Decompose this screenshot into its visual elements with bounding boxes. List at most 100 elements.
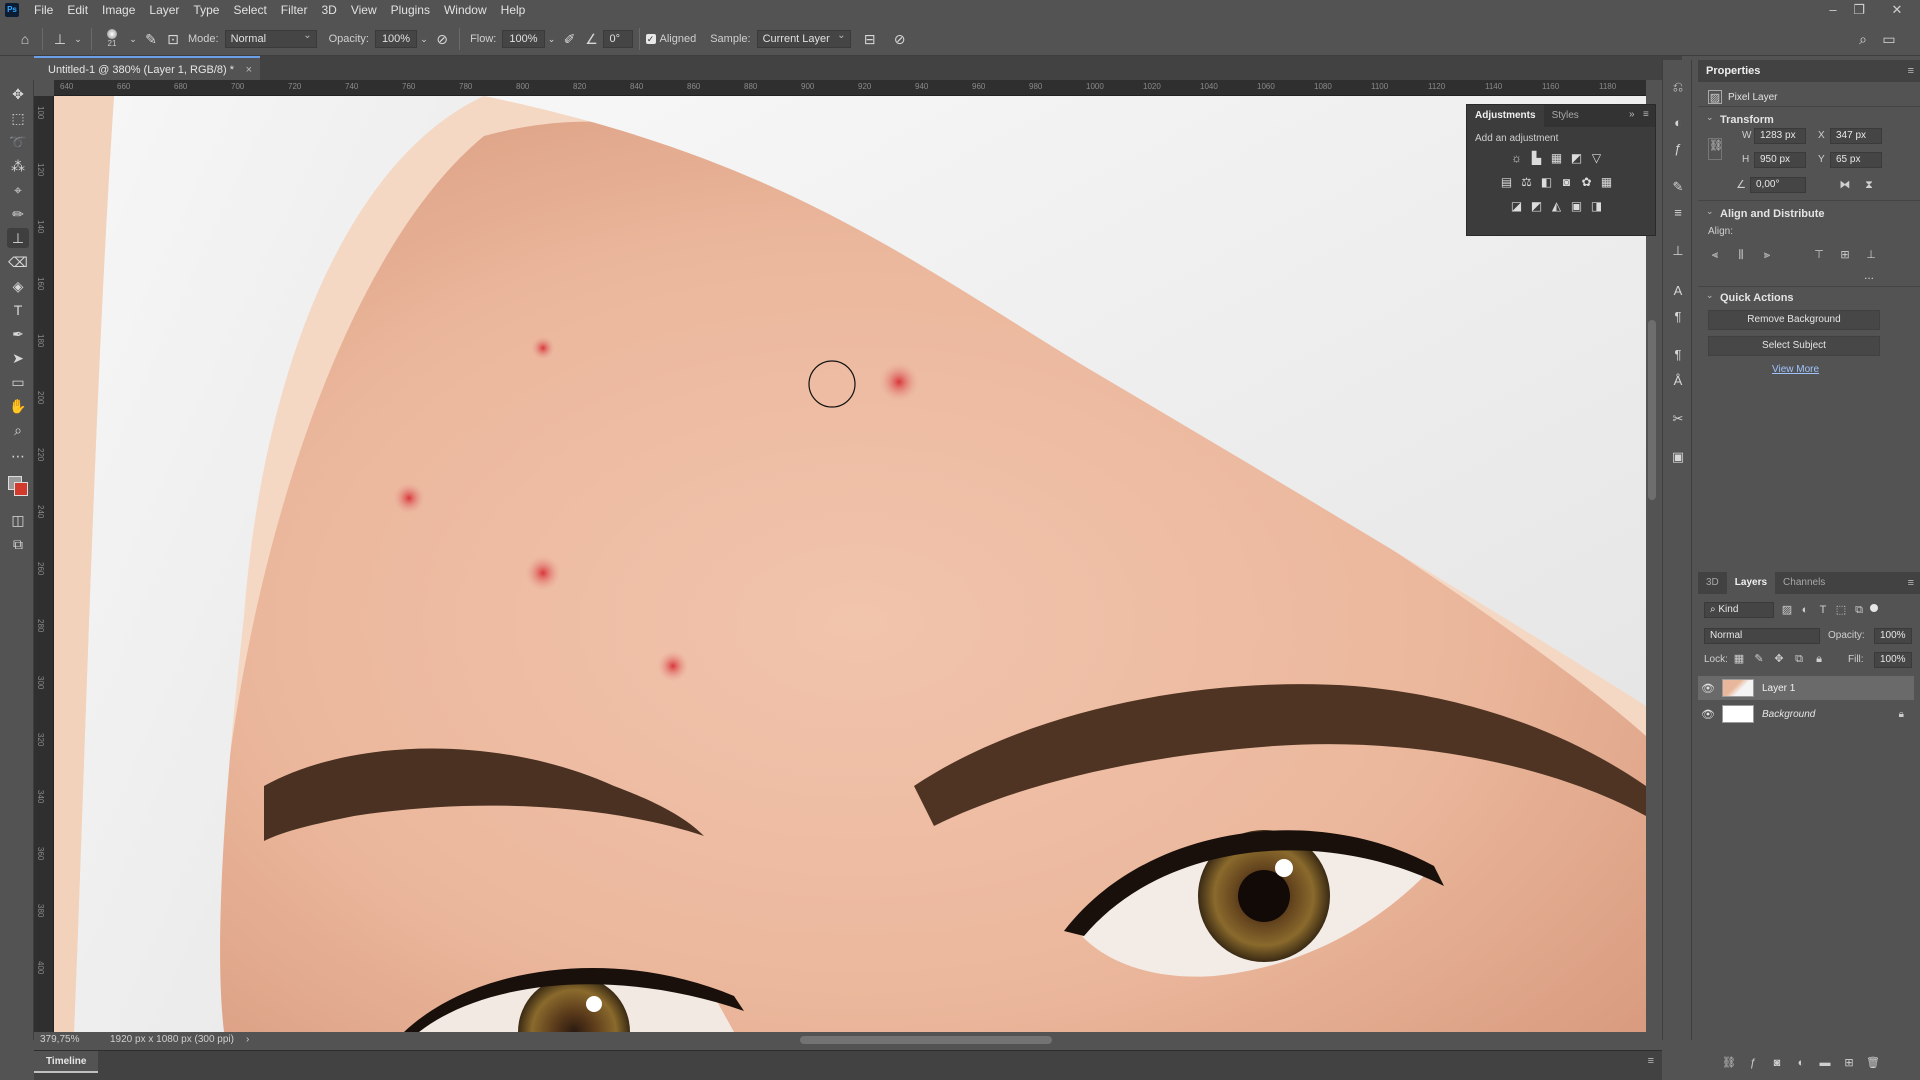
brush-settings-panel-icon[interactable]: ✎	[1669, 178, 1687, 196]
blend-mode-select[interactable]: Normal	[1704, 628, 1820, 644]
flow-field[interactable]: 100%	[502, 29, 545, 48]
pressure-opacity-icon[interactable]: ⊘	[431, 28, 453, 50]
layer-opacity-field[interactable]: 100%	[1874, 628, 1912, 644]
align-middle-vertical-icon[interactable]: ⊞	[1838, 248, 1852, 262]
airbrush-icon[interactable]: ✐	[559, 28, 581, 50]
color-icon[interactable]: ◐	[1669, 114, 1687, 132]
menu-select[interactable]: Select	[226, 0, 273, 20]
new-group-icon[interactable]: ▬	[1818, 1056, 1832, 1070]
hand-tool-icon[interactable]: ✋	[7, 396, 29, 416]
fx-icon[interactable]: ƒ	[1669, 140, 1687, 158]
fx-icon[interactable]: ƒ	[1746, 1056, 1760, 1070]
paragraph-icon[interactable]: ¶	[1669, 308, 1687, 326]
path-selection-tool-icon[interactable]: ➤	[7, 348, 29, 368]
menu-type[interactable]: Type	[186, 0, 226, 20]
threshold-icon[interactable]: ◭	[1549, 199, 1564, 214]
photo-filter-icon[interactable]: ◙	[1559, 175, 1574, 190]
zoom-tool-icon[interactable]: ⌕	[7, 420, 29, 440]
lasso-tool-icon[interactable]: ➰	[7, 132, 29, 152]
view-more-link[interactable]: View More	[1772, 364, 1819, 375]
menu-help[interactable]: Help	[494, 0, 533, 20]
height-field[interactable]: 950 px	[1754, 152, 1806, 168]
chevron-down-icon[interactable]: ⌄	[545, 28, 559, 50]
horizontal-scrollbar[interactable]	[800, 1036, 1052, 1044]
select-subject-button[interactable]: Select Subject	[1708, 336, 1880, 356]
levels-icon[interactable]: ▙	[1529, 151, 1544, 166]
filter-pixel-icon[interactable]: ▨	[1780, 603, 1794, 617]
ignore-adjustment-layers-icon[interactable]: ⊟	[859, 28, 881, 50]
mode-select[interactable]: Normal	[224, 28, 317, 48]
eraser-tool-icon[interactable]: ⌫	[7, 252, 29, 272]
panel-menu-icon[interactable]: ≡	[1648, 1055, 1654, 1067]
zoom-level[interactable]: 379,75%	[40, 1032, 79, 1048]
clone-source-icon[interactable]: ⊡	[162, 28, 184, 50]
workspace-icon[interactable]: ▭	[1878, 28, 1900, 50]
filter-shape-icon[interactable]: ⬚	[1834, 603, 1848, 617]
chevron-down-icon[interactable]: ⌄	[71, 28, 85, 50]
character-icon[interactable]: A	[1669, 282, 1687, 300]
flip-vertical-icon[interactable]: ⧗	[1862, 178, 1876, 192]
align-top-icon[interactable]: ⊤	[1812, 248, 1826, 262]
photoshop-logo-icon[interactable]: Ps	[5, 3, 19, 17]
tab-styles[interactable]: Styles	[1544, 105, 1587, 127]
menu-file[interactable]: File	[27, 0, 60, 20]
marquee-tool-icon[interactable]: ⬚	[7, 108, 29, 128]
link-icon[interactable]: ⛓	[1708, 138, 1723, 160]
close-document-button[interactable]: ×	[246, 58, 252, 82]
fill-field[interactable]: 100%	[1874, 652, 1912, 668]
filter-smart-object-icon[interactable]: ⧉	[1852, 603, 1866, 617]
status-menu-arrow[interactable]: ›	[246, 1032, 249, 1048]
home-icon[interactable]: ⌂	[14, 28, 36, 50]
eyedropper-tool-icon[interactable]: ⌖	[7, 180, 29, 200]
document-tab[interactable]: Untitled-1 @ 380% (Layer 1, RGB/8) * ×	[34, 56, 261, 82]
lock-position-icon[interactable]: ✥	[1772, 652, 1786, 666]
magic-wand-tool-icon[interactable]: ⁂	[7, 156, 29, 176]
quick-mask-icon[interactable]: ◫	[7, 510, 29, 530]
align-right-icon[interactable]: ⫸	[1760, 248, 1774, 262]
layer-row-background[interactable]: 👁︎ Background 🔒︎	[1698, 702, 1914, 726]
new-adjustment-layer-icon[interactable]: ◐	[1794, 1056, 1808, 1070]
panel-menu-icon[interactable]: ≡	[1643, 109, 1649, 120]
lock-transparent-icon[interactable]: ▦	[1732, 652, 1746, 666]
glyphs-icon[interactable]: Å	[1669, 372, 1687, 390]
more-options-icon[interactable]: ...	[1864, 268, 1874, 282]
x-field[interactable]: 347 px	[1830, 128, 1882, 144]
clone-source-panel-icon[interactable]: ⊥	[1669, 242, 1687, 260]
opacity-field[interactable]: 100%	[374, 29, 418, 48]
lock-all-icon[interactable]: 🔒︎	[1812, 652, 1826, 666]
libraries-icon[interactable]: ▣	[1669, 448, 1687, 466]
more-tools-icon[interactable]: ⋯	[7, 446, 29, 466]
close-window-button[interactable]: ✕	[1884, 0, 1910, 20]
visibility-eye-icon[interactable]: 👁︎	[1698, 682, 1718, 695]
filter-adjustment-icon[interactable]: ◐	[1798, 603, 1812, 617]
brush-settings-icon[interactable]: ✎	[140, 28, 162, 50]
filter-type-icon[interactable]: T	[1816, 603, 1830, 617]
gradient-map-icon[interactable]: ◨	[1589, 199, 1604, 214]
visibility-eye-icon[interactable]: 👁︎	[1698, 708, 1718, 721]
add-mask-icon[interactable]: ◙	[1770, 1056, 1784, 1070]
tab-channels[interactable]: Channels	[1775, 572, 1833, 594]
selective-color-icon[interactable]: ▣	[1569, 199, 1584, 214]
tab-layers[interactable]: Layers	[1726, 572, 1776, 594]
clone-stamp-preset-icon[interactable]: ⊥	[49, 28, 71, 50]
flip-horizontal-icon[interactable]: ⧓	[1838, 178, 1852, 192]
background-color-swatch[interactable]	[14, 482, 28, 496]
brightness-contrast-icon[interactable]: ☼	[1509, 151, 1524, 166]
brush-preset-picker[interactable]: 21	[98, 29, 126, 48]
chevron-down-icon[interactable]: ⌄	[126, 28, 140, 50]
delete-layer-icon[interactable]: 🗑︎	[1866, 1056, 1880, 1070]
vertical-scrollbar[interactable]	[1648, 320, 1656, 500]
pressure-size-icon[interactable]: ⊘	[889, 28, 911, 50]
pen-tool-icon[interactable]: ✒	[7, 324, 29, 344]
adjustments-panel-icon[interactable]: ≡	[1669, 204, 1687, 222]
move-tool-icon[interactable]: ✥	[7, 84, 29, 104]
sample-select[interactable]: Current Layer	[756, 28, 851, 48]
panel-menu-icon[interactable]: ≡	[1908, 65, 1914, 77]
chevron-down-icon[interactable]: ⌄	[1706, 206, 1714, 217]
paint-bucket-tool-icon[interactable]: ◈	[7, 276, 29, 296]
color-lookup-icon[interactable]: ▦	[1599, 175, 1614, 190]
chevron-down-icon[interactable]: ⌄	[417, 28, 431, 50]
filter-toggle-icon[interactable]	[1870, 604, 1878, 612]
menu-image[interactable]: Image	[95, 0, 142, 20]
angle-field[interactable]: 0,00°	[1750, 177, 1806, 193]
